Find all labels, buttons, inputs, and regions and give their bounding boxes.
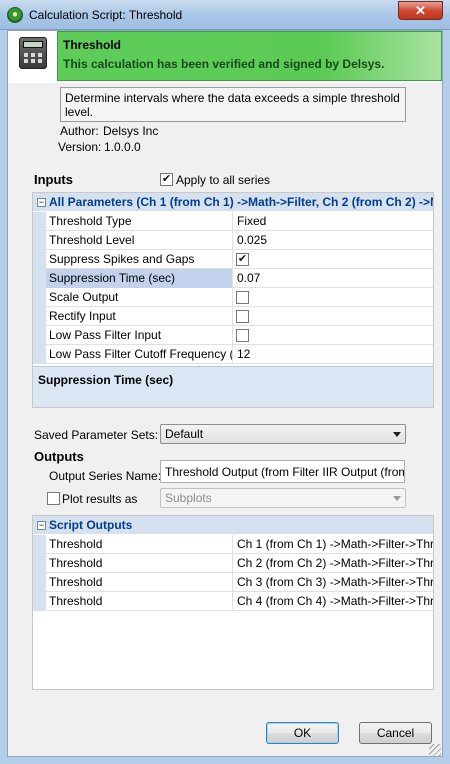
scale-output-checkbox[interactable] (236, 291, 249, 304)
calculator-screen (23, 41, 43, 48)
parameter-name: Scale Output (46, 288, 233, 307)
parameter-name: Suppression Time (sec) (46, 269, 233, 288)
rectify-input-checkbox[interactable] (236, 310, 249, 323)
cancel-button[interactable]: Cancel (359, 722, 432, 744)
resize-grip-icon[interactable] (429, 744, 441, 756)
author-value: Delsys Inc (103, 124, 159, 138)
parameters-group-label: All Parameters (Ch 1 (from Ch 1) ->Math-… (49, 195, 433, 209)
parameter-description-title: Suppression Time (sec) (38, 373, 174, 387)
parameter-row[interactable]: Suppress Spikes and Gaps ✔ (33, 250, 433, 269)
parameter-name: Rectify Input (46, 307, 233, 326)
window-frame-right (443, 30, 450, 764)
outputs-heading: Outputs (34, 449, 84, 464)
parameter-row[interactable]: Low Pass Filter Input (33, 326, 433, 345)
window-title: Calculation Script: Threshold (29, 8, 183, 22)
description-box: Determine intervals where the data excee… (60, 87, 406, 122)
parameter-row[interactable]: Scale Output (33, 288, 433, 307)
output-name: Threshold (46, 592, 233, 611)
parameter-value[interactable]: 12 (234, 345, 433, 364)
suppress-spikes-checkbox[interactable]: ✔ (236, 253, 249, 266)
parameter-row[interactable]: Rectify Input (33, 307, 433, 326)
output-source: Ch 1 (from Ch 1) ->Math->Filter->Thresho… (237, 537, 433, 551)
output-name: Threshold (46, 554, 233, 573)
parameter-name: Threshold Level (46, 231, 233, 250)
output-row[interactable]: Threshold Ch 3 (from Ch 3) ->Math->Filte… (33, 573, 433, 592)
collapse-icon[interactable]: − (37, 198, 46, 207)
collapse-icon[interactable]: − (37, 521, 46, 530)
parameter-name: Threshold Type (46, 212, 233, 231)
parameter-name: Low Pass Filter Cutoff Frequency (Hz) (46, 345, 233, 364)
output-name: Threshold (46, 573, 233, 592)
saved-sets-value: Default (165, 427, 204, 441)
parameter-row-selected[interactable]: Suppression Time (sec) 0.07 (33, 269, 433, 288)
plot-mode-value: Subplots (165, 491, 212, 505)
verified-message: This calculation has been verified and s… (63, 57, 385, 71)
saved-sets-label: Saved Parameter Sets: (34, 428, 159, 442)
output-series-name-label: Output Series Name: (49, 469, 162, 483)
chevron-down-icon (393, 432, 401, 437)
parameter-value[interactable]: Fixed (234, 212, 433, 231)
plot-results-checkbox[interactable] (47, 492, 60, 505)
plot-results-label: Plot results as (62, 492, 138, 506)
author-label: Author: (60, 124, 99, 138)
parameter-row[interactable]: Threshold Type Fixed (33, 212, 433, 231)
app-icon (7, 7, 23, 23)
close-button[interactable]: ✕ (398, 1, 443, 20)
parameter-name: Low Pass Filter Input (46, 326, 233, 345)
output-source: Ch 3 (from Ch 3) ->Math->Filter->Thresho… (237, 575, 433, 589)
output-row[interactable]: Threshold Ch 1 (from Ch 1) ->Math->Filte… (33, 535, 433, 554)
parameter-row[interactable]: Threshold Level 0.025 (33, 231, 433, 250)
chevron-down-icon (393, 496, 401, 501)
saved-sets-dropdown[interactable]: Default (160, 424, 406, 444)
inputs-heading: Inputs (34, 172, 73, 187)
version-label: Version: (58, 140, 102, 154)
low-pass-filter-checkbox[interactable] (236, 329, 249, 342)
version-value: 1.0.0.0 (104, 140, 141, 154)
window-frame-left (0, 30, 7, 764)
output-row[interactable]: Threshold Ch 2 (from Ch 2) ->Math->Filte… (33, 554, 433, 573)
parameter-value[interactable]: 0.07 (234, 269, 433, 288)
output-name: Threshold (46, 535, 233, 554)
calculation-name: Threshold (63, 38, 122, 52)
parameter-name: Suppress Spikes and Gaps (46, 250, 233, 269)
apply-all-checkbox[interactable]: ✔ (160, 173, 173, 186)
ok-button[interactable]: OK (266, 722, 339, 744)
output-row[interactable]: Threshold Ch 4 (from Ch 4) ->Math->Filte… (33, 592, 433, 611)
output-source: Ch 2 (from Ch 2) ->Math->Filter->Thresho… (237, 556, 433, 570)
plot-mode-dropdown[interactable]: Subplots (160, 488, 406, 508)
window-frame-bottom (0, 757, 450, 764)
parameter-value[interactable]: 0.025 (234, 231, 433, 250)
output-series-name-input[interactable]: Threshold Output (from Filter IIR Output… (160, 460, 405, 483)
script-outputs-label: Script Outputs (49, 518, 133, 532)
apply-all-label: Apply to all series (176, 173, 271, 187)
parameter-row[interactable]: Low Pass Filter Cutoff Frequency (Hz) 12 (33, 345, 433, 364)
output-source: Ch 4 (from Ch 4) ->Math->Filter->Thresho… (237, 594, 433, 608)
